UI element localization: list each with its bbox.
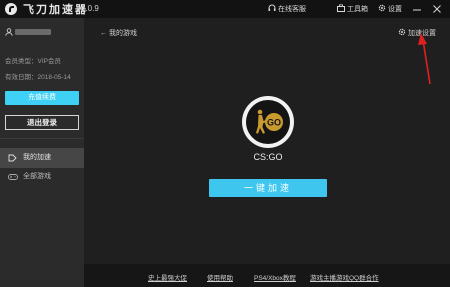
- support-button[interactable]: 在线客服: [268, 4, 306, 15]
- footer-link-help[interactable]: 使用帮助: [207, 272, 233, 282]
- expiry-value: 2018-05-14: [37, 74, 71, 81]
- gear-icon: [378, 4, 386, 12]
- sidebar: 会员类型：VIP会员 有效日期：2018-05-14 充值续费 退出登录 我的加…: [0, 18, 84, 287]
- sidebar-item-label: 我的加速: [23, 154, 51, 161]
- expiry-row: 有效日期：2018-05-14: [5, 71, 71, 81]
- acceleration-settings-label: 加速设置: [407, 30, 436, 37]
- sidebar-item-my-acceleration[interactable]: 我的加速: [0, 148, 84, 168]
- gear-icon: [398, 28, 406, 36]
- sidebar-item-label: 全部游戏: [23, 173, 51, 180]
- csgo-logo-icon: GO: [256, 109, 283, 134]
- expiry-label: 有效日期：: [5, 74, 38, 81]
- sidebar-item-all-games[interactable]: 全部游戏: [0, 167, 84, 187]
- logout-button[interactable]: 退出登录: [5, 115, 79, 130]
- close-icon[interactable]: [432, 3, 442, 15]
- acceleration-settings-button[interactable]: 加速设置: [398, 28, 436, 38]
- back-label: 我的游戏: [108, 30, 137, 37]
- member-type-label: 会员类型：: [5, 58, 38, 65]
- username-redacted: [15, 29, 51, 35]
- toolbox-button[interactable]: 工具箱: [337, 4, 368, 15]
- minimize-icon[interactable]: [412, 3, 422, 15]
- recharge-button[interactable]: 充值续费: [5, 91, 79, 105]
- sidebar-divider: [0, 138, 84, 139]
- gamepad-icon: [8, 174, 18, 180]
- support-label: 在线客服: [278, 6, 306, 13]
- back-arrow-icon: ←: [100, 30, 107, 37]
- footer-link-ps4-xbox[interactable]: PS4/Xbox教程: [254, 272, 296, 282]
- bookmark-icon: [8, 154, 17, 162]
- headset-icon: [268, 4, 276, 11]
- member-type-value: VIP会员: [37, 58, 61, 65]
- csgo-badge-text: GO: [267, 118, 281, 128]
- footer-link-promo[interactable]: 史上最强大促: [148, 272, 187, 282]
- back-to-my-games[interactable]: ← 我的游戏: [100, 28, 137, 38]
- toolbox-label: 工具箱: [347, 6, 368, 13]
- game-icon-csgo: GO: [242, 96, 294, 148]
- one-click-accelerate-button[interactable]: 一键加速: [209, 179, 327, 197]
- member-type-row: 会员类型：VIP会员: [5, 55, 61, 65]
- settings-button[interactable]: 设置: [378, 4, 402, 15]
- app-version: v2.0.9: [77, 4, 99, 13]
- footer-link-qq-group[interactable]: 游戏主播游戏QQ群合作: [310, 272, 379, 282]
- settings-label: 设置: [388, 6, 402, 13]
- main-panel: ← 我的游戏 加速设置 GO CS:GO 一键加速 史上最强大促 使用帮助 PS…: [84, 18, 450, 287]
- title-bar: 飞刀加速器 v2.0.9 在线客服 工具箱 设置: [0, 0, 450, 18]
- account-row: [5, 28, 51, 36]
- footer-links: 史上最强大促 使用帮助 PS4/Xbox教程 游戏主播游戏QQ群合作: [84, 264, 450, 287]
- toolbox-icon: [337, 4, 345, 12]
- game-name: CS:GO: [253, 152, 283, 162]
- app-logo-icon: [5, 3, 17, 15]
- user-icon: [5, 28, 13, 36]
